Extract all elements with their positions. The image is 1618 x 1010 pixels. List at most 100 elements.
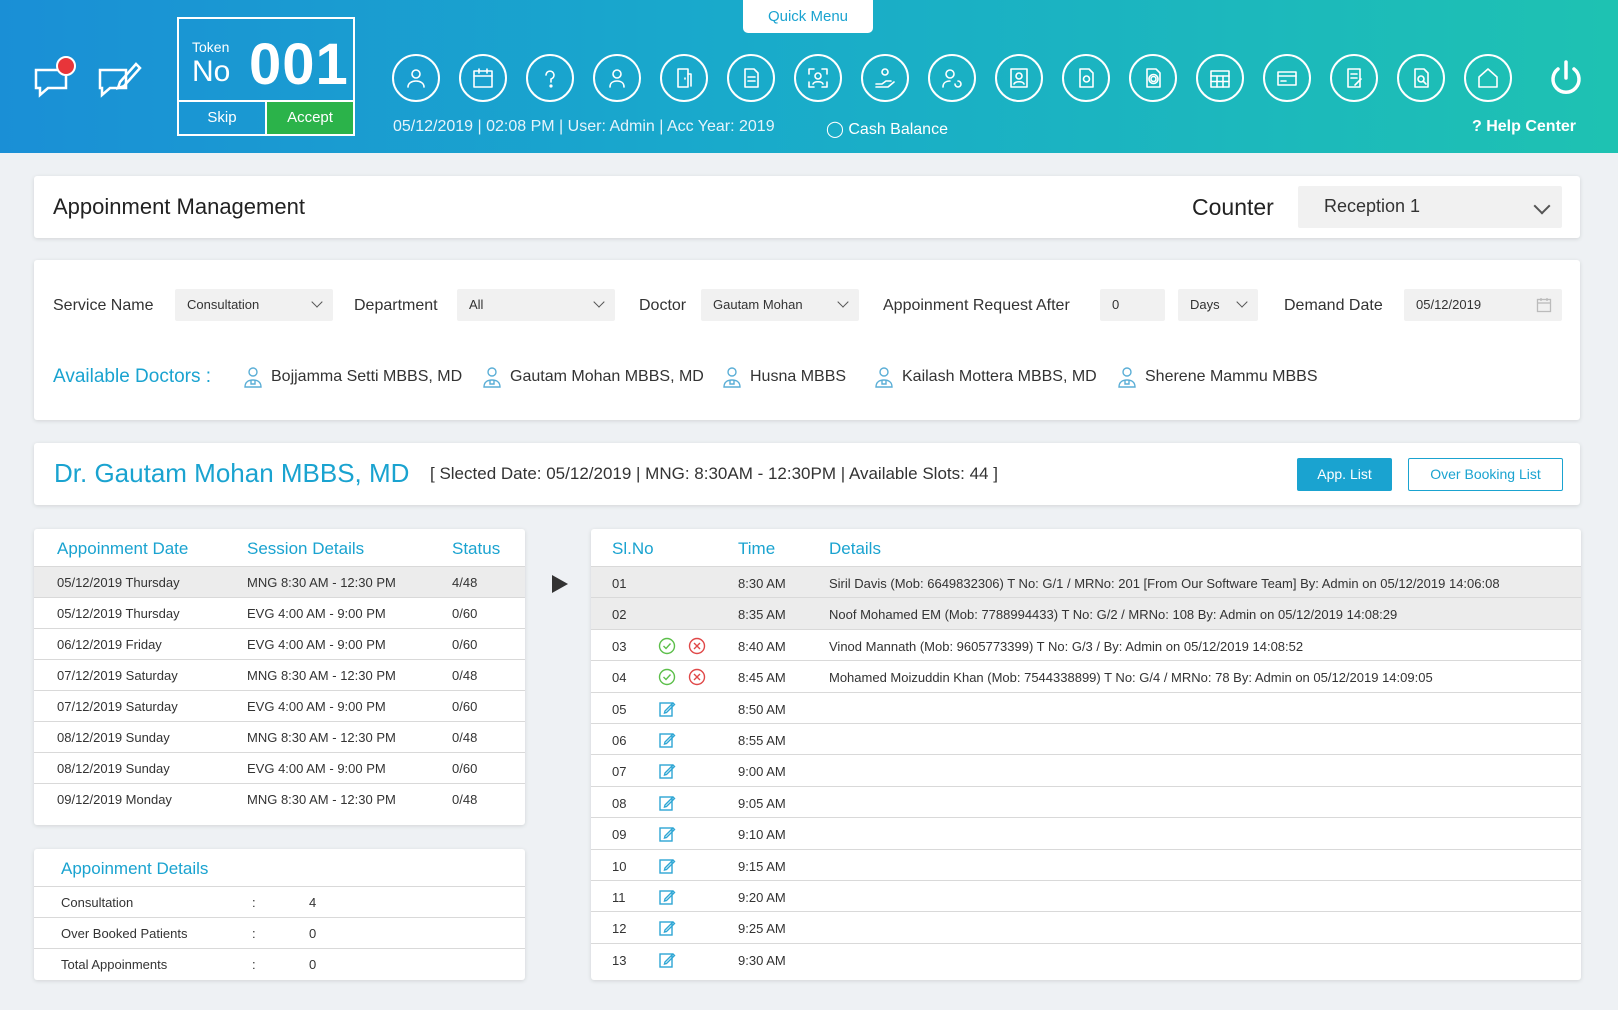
table-row[interactable]: 08 9:05 AM	[591, 785, 1581, 817]
appointment-details-title: Appoinment Details	[61, 859, 209, 878]
column-header: Sl.No	[612, 539, 654, 558]
slot-details: Siril Davis (Mob: 6649832306) T No: G/1 …	[829, 576, 1500, 591]
table-row[interactable]: 13 9:30 AM	[591, 942, 1581, 974]
table-row[interactable]: 09/12/2019 Monday MNG 8:30 AM - 12:30 PM 0…	[34, 783, 525, 814]
power-icon[interactable]	[1546, 58, 1586, 98]
edit-icon[interactable]	[658, 731, 676, 749]
column-header: Appoinment Date	[57, 539, 189, 558]
card-icon[interactable]	[1263, 54, 1311, 102]
edit-icon[interactable]	[658, 794, 676, 812]
table-row[interactable]: 04 8:45 AM Mohamed Moizuddin Khan (Mob: 75…	[591, 660, 1581, 691]
available-doctor-item[interactable]: Husna MBBS	[721, 366, 846, 388]
cancel-icon[interactable]	[688, 668, 706, 686]
table-row[interactable]: 11 9:20 AM	[591, 880, 1581, 911]
table-row[interactable]: 07/12/2019 Saturday EVG 4:00 AM - 9:00 PM…	[34, 690, 525, 721]
quick-menu-button[interactable]: Quick Menu	[743, 0, 873, 33]
demand-date-label: Demand Date	[1284, 297, 1383, 314]
cancel-icon[interactable]	[688, 637, 706, 655]
help-icon[interactable]	[526, 54, 574, 102]
row-date: 08/12/2019 Sunday	[57, 761, 170, 776]
available-doctor-item[interactable]: Kailash Mottera MBBS, MD	[873, 366, 1097, 388]
user-alt-icon[interactable]	[593, 54, 641, 102]
hand-user-icon[interactable]	[861, 54, 909, 102]
slot-time: 9:10 AM	[738, 827, 786, 843]
slot-number: 06	[612, 733, 627, 748]
accept-button[interactable]: Accept	[265, 102, 353, 134]
table-row[interactable]: 05/12/2019 Thursday MNG 8:30 AM - 12:30 P…	[34, 566, 525, 597]
row-date: 08/12/2019 Sunday	[57, 730, 170, 745]
scan-user-icon[interactable]	[794, 54, 842, 102]
row-date: 06/12/2019 Friday	[57, 637, 162, 652]
doctor-icon	[242, 366, 271, 388]
doctor-item-label: Kailash Mottera MBBS, MD	[902, 368, 1097, 385]
table-row[interactable]: 07 9:00 AM	[591, 754, 1581, 785]
table-row[interactable]: 05/12/2019 Thursday EVG 4:00 AM - 9:00 PM…	[34, 597, 525, 628]
table-row[interactable]: 01 8:30 AM Siril Davis (Mob: 6649832306) T…	[591, 566, 1581, 598]
table-row[interactable]: 06/12/2019 Friday EVG 4:00 AM - 9:00 PM 0/…	[34, 628, 525, 659]
chevron-down-icon	[593, 296, 605, 308]
table-row[interactable]: 08/12/2019 Sunday EVG 4:00 AM - 9:00 PM 0/…	[34, 752, 525, 783]
calendar-grid-icon[interactable]	[1196, 54, 1244, 102]
home-icon[interactable]	[1464, 54, 1512, 102]
counter-label: Counter	[1192, 194, 1274, 220]
service-name-select[interactable]: Consultation	[175, 289, 333, 321]
edit-icon[interactable]	[658, 888, 676, 906]
row-session: MNG 8:30 AM - 12:30 PM	[247, 668, 396, 683]
table-row[interactable]: 07/12/2019 Saturday MNG 8:30 AM - 12:30 P…	[34, 659, 525, 690]
file-gear-icon[interactable]	[1129, 54, 1177, 102]
demand-date-input[interactable]: 05/12/2019	[1404, 289, 1562, 321]
slot-number: 07	[612, 764, 627, 780]
table-row[interactable]: 08/12/2019 Sunday MNG 8:30 AM - 12:30 PM 0…	[34, 721, 525, 752]
skip-button[interactable]: Skip	[179, 102, 265, 134]
over-booking-list-button[interactable]: Over Booking List	[1408, 458, 1563, 491]
available-doctor-item[interactable]: Gautam Mohan MBBS, MD	[481, 366, 704, 388]
app-list-button[interactable]: App. List	[1297, 458, 1392, 491]
user-refresh-icon[interactable]	[928, 54, 976, 102]
detail-row: Total Appoinments: 0	[34, 948, 525, 979]
door-icon[interactable]	[660, 54, 708, 102]
id-card-icon[interactable]	[995, 54, 1043, 102]
chat-notification-icon[interactable]	[32, 56, 76, 98]
edit-icon[interactable]	[658, 857, 676, 875]
file-coin-icon[interactable]	[1062, 54, 1110, 102]
department-select[interactable]: All	[457, 289, 615, 321]
report-icon[interactable]	[1397, 54, 1445, 102]
user-icon[interactable]	[392, 54, 440, 102]
edit-icon[interactable]	[658, 700, 676, 718]
edit-icon[interactable]	[658, 825, 676, 843]
slot-number: 02	[612, 607, 627, 623]
confirm-icon[interactable]	[658, 637, 676, 655]
invoice-icon[interactable]	[1330, 54, 1378, 102]
table-row[interactable]: 03 8:40 AM Vinod Mannath (Mob: 9605773399)…	[591, 628, 1581, 660]
detail-row: Consultation: 4	[34, 886, 525, 917]
table-row[interactable]: 06 8:55 AM	[591, 723, 1581, 754]
table-row[interactable]: 05 8:50 AM	[591, 691, 1581, 723]
table-row[interactable]: 10 9:15 AM	[591, 848, 1581, 880]
edit-icon[interactable]	[658, 951, 676, 969]
table-row[interactable]: 12 9:25 AM	[591, 911, 1581, 942]
counter-select[interactable]: Reception 1	[1298, 186, 1562, 228]
table-row[interactable]: 02 8:35 AM Noof Mohamed EM (Mob: 778899443…	[591, 597, 1581, 629]
confirm-icon[interactable]	[658, 668, 676, 686]
table-row[interactable]: 09 9:10 AM	[591, 817, 1581, 848]
calendar-icon[interactable]	[1536, 297, 1552, 313]
doctor-item-label: Bojjamma Setti MBBS, MD	[271, 368, 463, 385]
available-doctor-item[interactable]: Sherene Mammu MBBS	[1116, 366, 1318, 388]
document-icon[interactable]	[727, 54, 775, 102]
doctor-value: Gautam Mohan	[713, 297, 803, 312]
help-center-link[interactable]: ? Help Center	[1472, 118, 1576, 136]
calendar-icon[interactable]	[459, 54, 507, 102]
row-session: MNG 8:30 AM - 12:30 PM	[247, 792, 396, 807]
service-name-label: Service Name	[53, 297, 154, 314]
days-select[interactable]: Days	[1178, 289, 1258, 321]
edit-icon[interactable]	[658, 919, 676, 937]
request-after-input[interactable]: 0	[1100, 289, 1165, 321]
page-title: Appoinment Management	[53, 194, 305, 219]
available-doctor-item[interactable]: Bojjamma Setti MBBS, MD	[242, 366, 462, 388]
slot-number: 12	[612, 921, 627, 937]
slot-time: 9:25 AM	[738, 921, 786, 937]
doctor-select[interactable]: Gautam Mohan	[701, 289, 859, 321]
compose-message-icon[interactable]	[96, 58, 142, 98]
cash-balance-link[interactable]: ◯ Cash Balance	[826, 119, 948, 139]
edit-icon[interactable]	[658, 762, 676, 780]
